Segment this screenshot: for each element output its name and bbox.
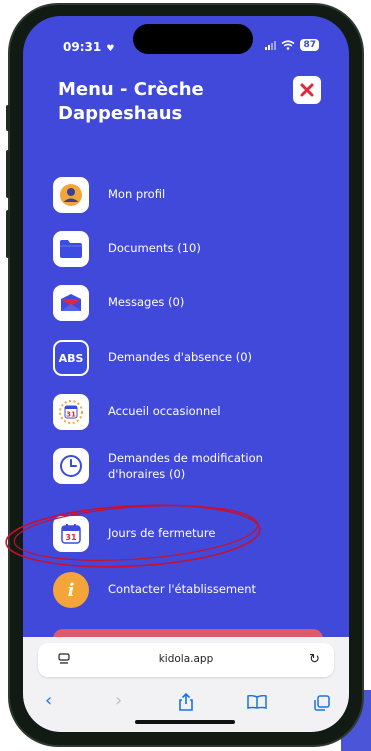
status-time: 09:31 ♥ [63, 40, 114, 54]
info-icon: i [53, 572, 89, 608]
wifi-icon [281, 40, 295, 50]
page-title: Menu - Crèche Dappeshaus [58, 78, 278, 126]
volume-down-button [6, 210, 10, 258]
reload-icon[interactable]: ↻ [309, 652, 320, 667]
menu-item-label: Mon profil [108, 187, 166, 201]
menu-item-label: Demandes d'absence (0) [108, 350, 252, 364]
folder-icon [53, 231, 89, 267]
menu-item-label: Jours de fermeture [108, 526, 216, 540]
page-title-line2: Dappeshaus [58, 103, 183, 124]
mute-switch [6, 105, 10, 131]
info-icon-glyph: i [67, 579, 75, 601]
volume-up-button [6, 150, 10, 198]
clock-icon [53, 448, 89, 484]
envelope-icon [53, 285, 89, 321]
calendar-icon: 31 [53, 516, 89, 552]
menu-item-jours-fermeture[interactable]: 31 Jours de fermeture [53, 514, 333, 554]
phone-screen: 09:31 ♥ 87 Menu - Crèche Dappeshaus Mon … [23, 16, 349, 732]
abs-icon: ABS [53, 340, 89, 376]
menu-item-messages[interactable]: Messages (0) [53, 283, 333, 323]
status-time-text: 09:31 [63, 40, 102, 54]
menu-item-label-line2: d'horaires (0) [108, 467, 186, 481]
menu-item-documents[interactable]: Documents (10) [53, 229, 333, 269]
menu-item-mon-profil[interactable]: Mon profil [53, 175, 333, 215]
bookmarks-icon[interactable] [247, 695, 267, 709]
menu-item-contacter[interactable]: i Contacter l'établissement [53, 570, 333, 610]
dotted-calendar-icon: 31 [53, 394, 89, 430]
tabs-icon[interactable] [314, 695, 330, 711]
heart-icon: ♥ [103, 44, 115, 54]
home-indicator [135, 720, 235, 724]
svg-text:31: 31 [65, 533, 77, 542]
abs-icon-text: ABS [58, 351, 84, 365]
browser-toolbar: ‹ › [23, 687, 349, 717]
signal-icon [265, 40, 277, 50]
svg-text:31: 31 [66, 411, 76, 419]
back-icon[interactable]: ‹ [45, 690, 52, 711]
menu-item-label: Accueil occasionnel [108, 404, 221, 418]
battery-icon: 87 [300, 39, 319, 51]
browser-chrome: kidola.app ↻ ‹ › [23, 637, 349, 732]
menu-item-label: Demandes de modification d'horaires (0) [108, 450, 263, 482]
close-icon [300, 83, 314, 97]
menu-item-accueil-occasionnel[interactable]: 31 Accueil occasionnel [53, 392, 333, 432]
share-icon[interactable] [178, 693, 194, 711]
menu-item-label: Documents (10) [108, 241, 201, 255]
menu-item-label: Contacter l'établissement [108, 582, 257, 596]
dynamic-island [133, 24, 253, 54]
profile-icon [53, 177, 89, 213]
menu-item-label: Messages (0) [108, 295, 185, 309]
address-bar[interactable]: kidola.app ↻ [38, 643, 334, 677]
close-button[interactable] [293, 76, 321, 104]
forward-icon[interactable]: › [115, 690, 122, 711]
menu-item-demandes-modification[interactable]: Demandes de modification d'horaires (0) [53, 446, 333, 486]
menu-item-label-line1: Demandes de modification [108, 451, 263, 465]
menu-item-demandes-absence[interactable]: ABS Demandes d'absence (0) [53, 338, 333, 378]
page-title-line1: Menu - Crèche [58, 79, 204, 100]
status-icons: 87 [265, 39, 319, 51]
status-bar: 09:31 ♥ 87 [23, 16, 349, 66]
url-text: kidola.app [158, 653, 214, 665]
